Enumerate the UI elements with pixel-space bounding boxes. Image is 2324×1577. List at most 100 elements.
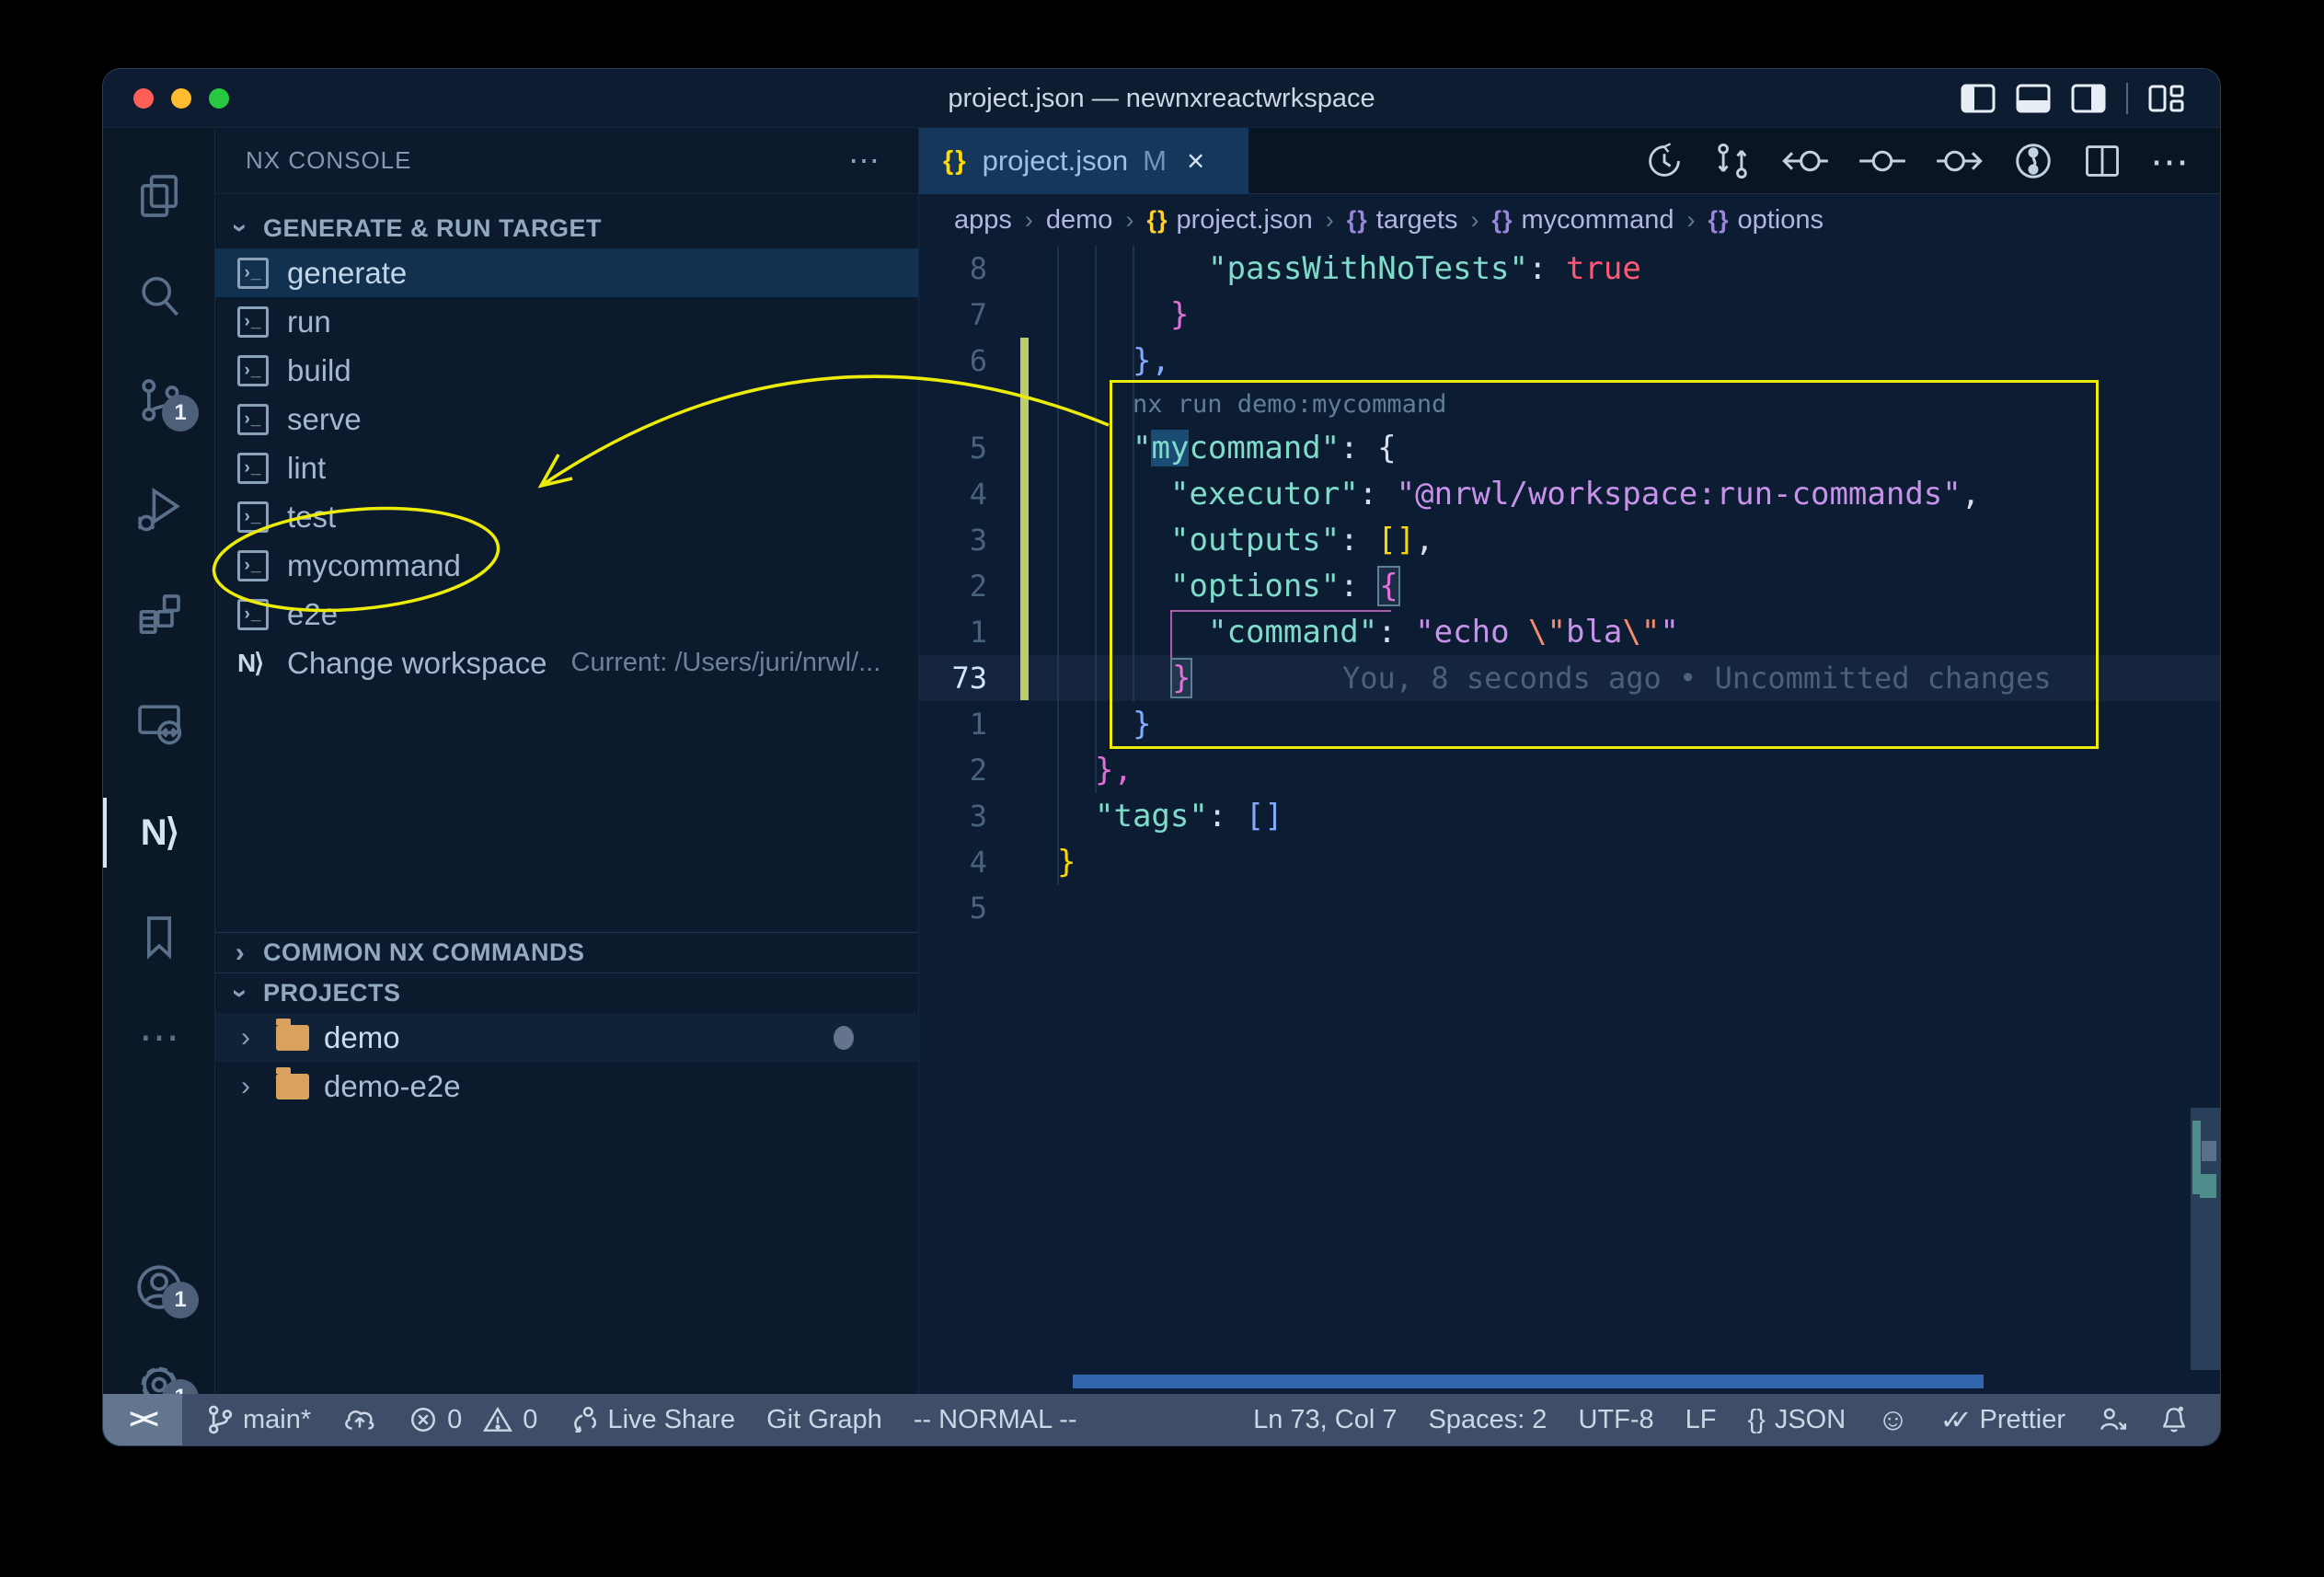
code-line[interactable]: 5 [919, 885, 2220, 931]
formatter-label: Prettier [1980, 1405, 2065, 1435]
target-label: run [287, 305, 331, 340]
nx-console-sidebar: NX CONSOLE ⋯ › GENERATE & RUN TARGET ›_g… [215, 128, 919, 1394]
code-line[interactable]: 2}, [919, 747, 2220, 793]
next-change-icon[interactable] [1935, 141, 1985, 181]
code-line[interactable]: 3"tags": [] [919, 793, 2220, 839]
target-item-lint[interactable]: ›_lint [215, 443, 918, 492]
chevron-right-icon[interactable]: › [241, 1022, 261, 1053]
overview-ruler-mark [2200, 1174, 2216, 1198]
vertical-scrollbar[interactable] [2191, 1108, 2220, 1370]
toggle-secondary-sidebar-icon[interactable] [2071, 84, 2106, 113]
section-common-nx-commands[interactable]: › COMMON NX COMMANDS [215, 932, 918, 973]
chevron-down-icon: › [224, 982, 256, 1006]
local-history-icon[interactable] [1644, 141, 1685, 181]
section-projects[interactable]: › PROJECTS [215, 973, 918, 1013]
change-workspace-description: Current: /Users/juri/nrwl/... [571, 648, 881, 678]
code-line[interactable]: 7} [919, 292, 2220, 338]
breadcrumb-item-demo[interactable]: demo [1046, 205, 1113, 236]
sidebar-item-source-control[interactable]: 1 [103, 356, 215, 444]
sidebar-item-search[interactable] [103, 251, 215, 340]
nx-mini-icon: N⟩ [237, 648, 269, 678]
target-item-serve[interactable]: ›_serve [215, 395, 918, 443]
folder-icon [276, 1025, 309, 1051]
more-icon: ⋯ [139, 1014, 179, 1061]
sidebar-item-run-debug[interactable] [103, 465, 215, 553]
branch-indicator[interactable]: main* [206, 1404, 311, 1435]
chevron-right-icon[interactable]: › [241, 1071, 261, 1102]
language-mode[interactable]: {} JSON [1747, 1405, 1846, 1435]
breadcrumb-item-targets[interactable]: {}targets [1347, 205, 1458, 236]
git-graph-icon[interactable] [2012, 140, 2054, 182]
tab-project-json[interactable]: {} project.json M × [919, 128, 1248, 194]
code-line[interactable]: 6}, [919, 338, 2220, 384]
section-generate-run-target[interactable]: › GENERATE & RUN TARGET [215, 208, 918, 248]
close-tab-icon[interactable]: × [1187, 144, 1204, 178]
live-share-icon [569, 1404, 598, 1435]
feedback-smiley-icon[interactable]: ☺ [1877, 1402, 1909, 1438]
project-item-demo[interactable]: ›demo [215, 1013, 918, 1062]
project-label: demo-e2e [324, 1069, 461, 1104]
code-line[interactable]: 4} [919, 839, 2220, 885]
symbol-braces-icon: {} [1708, 206, 1729, 234]
sidebar-more-actions-icon[interactable]: ⋯ [848, 143, 881, 179]
sidebar-item-more[interactable]: ⋯ [103, 993, 215, 1081]
live-share-contacts-icon[interactable] [2097, 1405, 2128, 1434]
line-number: 73 [919, 655, 987, 701]
sidebar-item-extensions[interactable] [103, 571, 215, 660]
indentation-indicator[interactable]: Spaces: 2 [1428, 1405, 1547, 1435]
encoding-indicator[interactable]: UTF-8 [1578, 1405, 1653, 1435]
current-change-icon[interactable] [1858, 141, 1907, 181]
git-graph-button[interactable]: Git Graph [766, 1405, 882, 1435]
remote-indicator[interactable]: >< [103, 1394, 182, 1445]
target-item-generate[interactable]: ›_generate [215, 248, 918, 297]
compare-changes-icon[interactable] [1712, 141, 1753, 181]
breadcrumb-label: apps [954, 205, 1012, 235]
code-token: }, [1133, 342, 1170, 379]
eol-indicator[interactable]: LF [1685, 1405, 1717, 1435]
code-line[interactable]: 8"passWithNoTests": true [919, 246, 2220, 292]
target-item-run[interactable]: ›_ run [215, 297, 918, 346]
target-label: e2e [287, 597, 338, 632]
sidebar-item-bookmarks[interactable] [103, 893, 215, 982]
breadcrumb-item-mycommand[interactable]: {}mycommand [1491, 205, 1674, 236]
target-item-mycommand[interactable]: ›_mycommand [215, 541, 918, 590]
line-number: 7 [919, 292, 987, 338]
sidebar-item-nx-console[interactable]: N⟩ [103, 788, 215, 877]
vim-mode-indicator[interactable]: -- NORMAL -- [914, 1405, 1077, 1435]
target-item-e2e[interactable]: ›_e2e [215, 590, 918, 639]
problems-indicator[interactable]: 0 0 [408, 1405, 537, 1435]
toggle-primary-sidebar-icon[interactable] [1961, 84, 1996, 113]
formatter-indicator[interactable]: ✓✓ Prettier [1940, 1404, 2065, 1436]
customize-layout-icon[interactable] [2148, 83, 2185, 114]
sidebar-item-accounts[interactable]: 1 [103, 1243, 215, 1331]
breadcrumb-item-project.json[interactable]: {}project.json [1146, 205, 1312, 236]
more-actions-icon[interactable]: ⋯ [2150, 139, 2189, 184]
target-item-build[interactable]: ›_build [215, 346, 918, 395]
sidebar-item-explorer[interactable] [103, 152, 215, 240]
horizontal-scrollbar[interactable] [1073, 1375, 1984, 1388]
symbol-braces-icon: {} [1146, 206, 1168, 234]
target-label: generate [287, 256, 407, 291]
git-graph-label: Git Graph [766, 1405, 882, 1435]
target-item-test[interactable]: ›_test [215, 492, 918, 541]
code-text: } [1170, 292, 1189, 338]
breadcrumb-separator: › [1125, 206, 1133, 235]
breadcrumb-item-options[interactable]: {}options [1708, 205, 1824, 236]
sidebar-item-remote-explorer[interactable] [103, 678, 215, 766]
layout-controls [1961, 69, 2185, 128]
breadcrumb-item-apps[interactable]: apps [954, 205, 1012, 236]
terminal-icon: ›_ [237, 306, 269, 338]
sync-cloud-icon[interactable] [342, 1404, 377, 1435]
cursor-position[interactable]: Ln 73, Col 7 [1253, 1405, 1397, 1435]
notifications-bell-icon[interactable] [2159, 1404, 2189, 1435]
breadcrumb-separator: › [1025, 206, 1033, 235]
code-token: "passWithNoTests" [1208, 250, 1528, 287]
code-editor[interactable]: 8"passWithNoTests": true7}6},nx run demo… [919, 246, 2220, 1394]
split-editor-icon[interactable] [2082, 141, 2123, 181]
live-share-button[interactable]: Live Share [569, 1404, 735, 1435]
previous-change-icon[interactable] [1780, 141, 1830, 181]
project-item-demo-e2e[interactable]: › demo-e2e [215, 1062, 918, 1111]
toggle-panel-icon[interactable] [2016, 84, 2051, 113]
change-workspace-item[interactable]: N⟩ Change workspace Current: /Users/juri… [215, 639, 918, 687]
explorer-icon [133, 170, 185, 222]
